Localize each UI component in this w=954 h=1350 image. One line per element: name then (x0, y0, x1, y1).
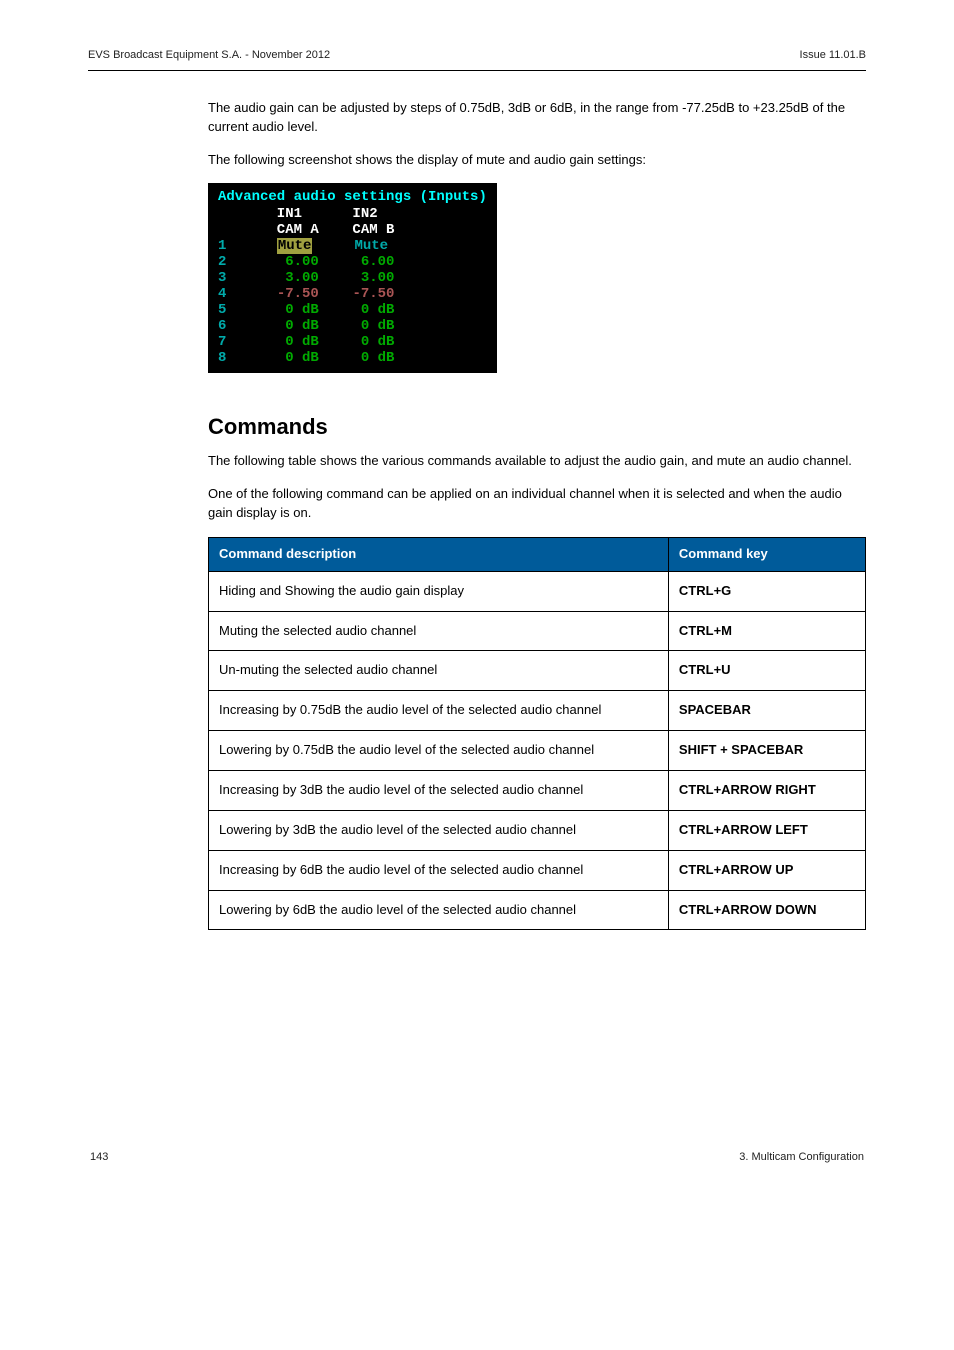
intro-para-2: The following screenshot shows the displ… (208, 151, 866, 170)
terminal-row: 5 0 dB 0 dB (218, 302, 487, 318)
table-row: Increasing by 0.75dB the audio level of … (209, 691, 866, 731)
row-description: Increasing by 0.75dB the audio level of … (209, 691, 669, 731)
terminal-row-left: 0 dB (277, 318, 319, 334)
commands-table: Command description Command key Hiding a… (208, 537, 866, 930)
terminal-row-right: 0 dB (352, 334, 394, 350)
table-header-key: Command key (668, 537, 865, 571)
row-description: Lowering by 3dB the audio level of the s… (209, 810, 669, 850)
terminal-screenshot: Advanced audio settings (Inputs) IN1 IN2… (208, 183, 497, 372)
terminal-row-right: -7.50 (352, 286, 394, 302)
terminal-row-left: 6.00 (277, 254, 319, 270)
terminal-row-left: 3.00 (277, 270, 319, 286)
table-row: Un-muting the selected audio channelCTRL… (209, 651, 866, 691)
row-key: CTRL+ARROW RIGHT (668, 770, 865, 810)
row-description: Increasing by 6dB the audio level of the… (209, 850, 669, 890)
terminal-row: 8 0 dB 0 dB (218, 350, 487, 366)
row-key: CTRL+U (668, 651, 865, 691)
terminal-row-right: Mute (354, 238, 388, 254)
table-row: Lowering by 6dB the audio level of the s… (209, 890, 866, 930)
table-row: Increasing by 6dB the audio level of the… (209, 850, 866, 890)
terminal-title: Advanced audio settings (Inputs) (218, 189, 487, 205)
header-left: EVS Broadcast Equipment S.A. - November … (88, 48, 330, 64)
row-description: Un-muting the selected audio channel (209, 651, 669, 691)
terminal-row-left: 0 dB (277, 302, 319, 318)
row-description: Increasing by 3dB the audio level of the… (209, 770, 669, 810)
table-row: Lowering by 3dB the audio level of the s… (209, 810, 866, 850)
terminal-head1: IN1 IN2 (218, 206, 487, 222)
row-description: Muting the selected audio channel (209, 611, 669, 651)
table-row: Lowering by 0.75dB the audio level of th… (209, 731, 866, 771)
terminal-row-left: 0 dB (277, 334, 319, 350)
table-row: Increasing by 3dB the audio level of the… (209, 770, 866, 810)
page-footer: 143 3. Multicam Configuration (88, 1150, 866, 1166)
row-key: CTRL+G (668, 571, 865, 611)
row-description: Hiding and Showing the audio gain displa… (209, 571, 669, 611)
intro-para-1: The audio gain can be adjusted by steps … (208, 99, 866, 137)
table-row: Hiding and Showing the audio gain displa… (209, 571, 866, 611)
table-row: Muting the selected audio channelCTRL+M (209, 611, 866, 651)
row-key: CTRL+ARROW LEFT (668, 810, 865, 850)
terminal-head2: CAM A CAM B (218, 222, 487, 238)
terminal-row-left: -7.50 (277, 286, 319, 302)
terminal-row: 4 -7.50 -7.50 (218, 286, 487, 302)
section-para-1: The following table shows the various co… (208, 452, 866, 471)
terminal-row: 7 0 dB 0 dB (218, 334, 487, 350)
section-para-2: One of the following command can be appl… (208, 485, 866, 523)
terminal-row: 6 0 dB 0 dB (218, 318, 487, 334)
terminal-row: 2 6.00 6.00 (218, 254, 487, 270)
footer-page-number: 143 (90, 1150, 108, 1166)
terminal-row-right: 0 dB (352, 318, 394, 334)
terminal-row-right: 6.00 (352, 254, 394, 270)
terminal-row-left: Mute (277, 238, 313, 254)
row-description: Lowering by 6dB the audio level of the s… (209, 890, 669, 930)
row-key: SPACEBAR (668, 691, 865, 731)
header-right: Issue 11.01.B (800, 48, 866, 64)
section-heading: Commands (208, 411, 866, 443)
terminal-row-right: 0 dB (352, 302, 394, 318)
row-key: CTRL+ARROW UP (668, 850, 865, 890)
content-area: The audio gain can be adjusted by steps … (208, 99, 866, 930)
terminal-row: 3 3.00 3.00 (218, 270, 487, 286)
terminal-row: 1 Mute Mute (218, 238, 487, 254)
terminal-row-right: 3.00 (352, 270, 394, 286)
row-description: Lowering by 0.75dB the audio level of th… (209, 731, 669, 771)
page-header: EVS Broadcast Equipment S.A. - November … (88, 48, 866, 71)
row-key: CTRL+ARROW DOWN (668, 890, 865, 930)
terminal-row-right: 0 dB (352, 350, 394, 366)
footer-section: 3. Multicam Configuration (739, 1150, 864, 1166)
row-key: SHIFT + SPACEBAR (668, 731, 865, 771)
terminal-row-left: 0 dB (277, 350, 319, 366)
table-header-desc: Command description (209, 537, 669, 571)
row-key: CTRL+M (668, 611, 865, 651)
